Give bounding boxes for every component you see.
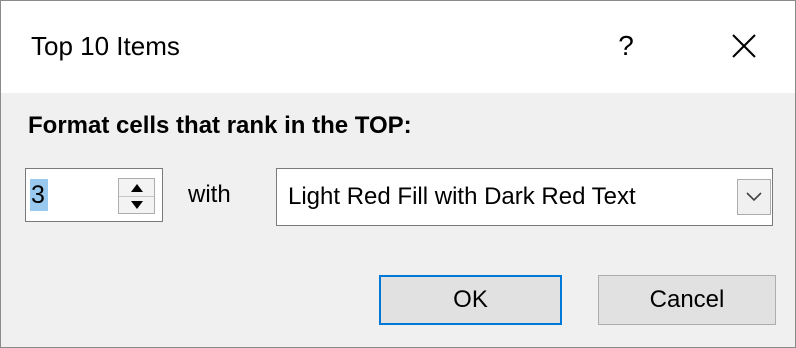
- top-10-items-dialog: Top 10 Items ? Format cells that rank in…: [0, 0, 796, 348]
- format-dropdown-value: Light Red Fill with Dark Red Text: [288, 183, 636, 210]
- spin-down-button[interactable]: [119, 196, 154, 213]
- help-button[interactable]: ?: [601, 19, 651, 73]
- chevron-down-icon: [746, 192, 762, 202]
- spin-up-button[interactable]: [119, 179, 154, 197]
- rank-count-input[interactable]: 3: [30, 179, 48, 211]
- ok-button[interactable]: OK: [379, 275, 562, 325]
- rank-count-spinner[interactable]: 3: [25, 168, 163, 222]
- window-title: Top 10 Items: [31, 31, 180, 61]
- cancel-button[interactable]: Cancel: [598, 275, 776, 325]
- rank-prompt-label: Format cells that rank in the TOP:: [28, 112, 412, 139]
- spin-buttons: [118, 178, 155, 214]
- format-dropdown[interactable]: Light Red Fill with Dark Red Text: [276, 168, 773, 226]
- title-bar: Top 10 Items ?: [1, 1, 795, 93]
- close-icon: [732, 34, 756, 58]
- triangle-down-icon: [130, 200, 143, 209]
- with-label: with: [188, 181, 231, 208]
- dropdown-arrow-button[interactable]: [737, 179, 771, 215]
- close-button[interactable]: [714, 19, 774, 73]
- triangle-up-icon: [130, 183, 143, 192]
